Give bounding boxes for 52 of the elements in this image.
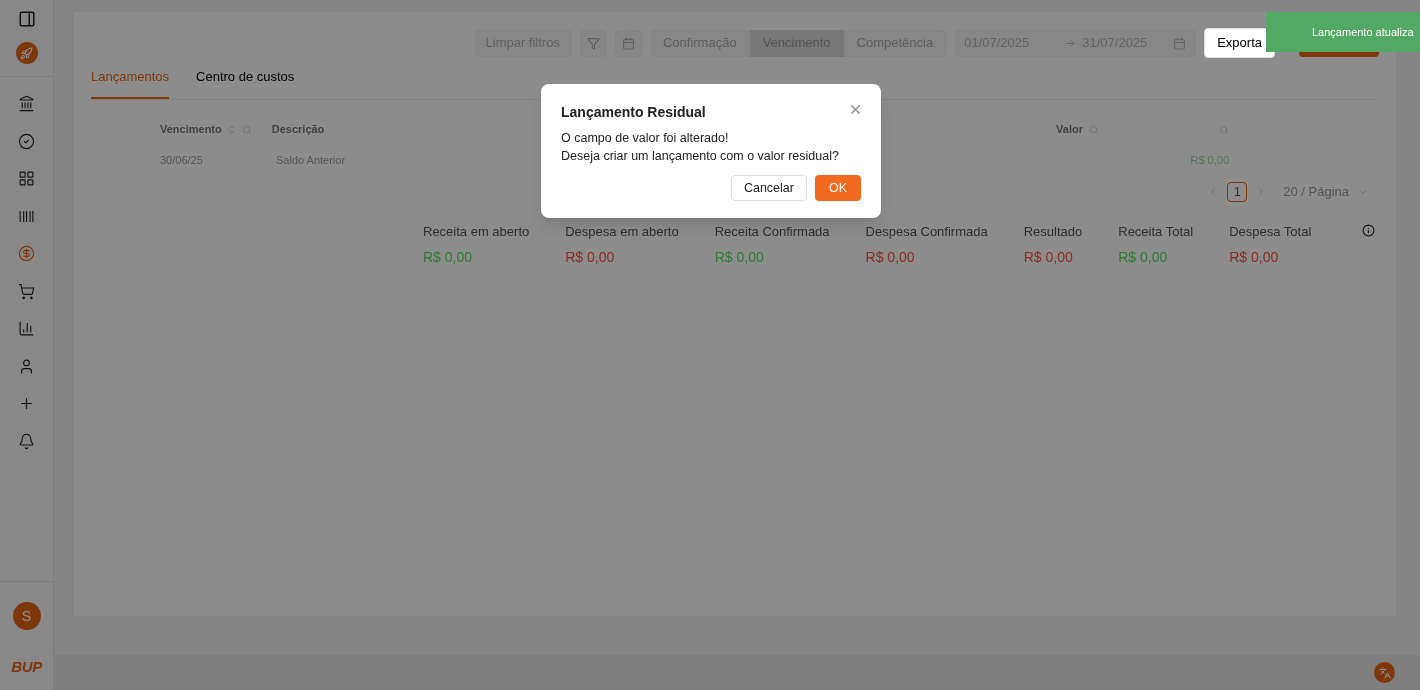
dollar-icon (18, 245, 35, 263)
language-icon[interactable] (1374, 662, 1395, 683)
bell-icon (18, 432, 35, 450)
summary-value: R$ 0,00 (1118, 248, 1169, 267)
logo-icon (15, 42, 38, 64)
summary-label: Despesa em aberto (565, 222, 679, 241)
column-header: Descrição (271, 122, 325, 138)
dialog-message: Deseja criar um lançamento com o valor residual? (561, 148, 840, 165)
filter-icon (586, 36, 600, 50)
summary-label: Receita Confirmada (714, 222, 830, 241)
summary-value: R$ 0,00 (714, 248, 765, 267)
summary-label: Receita Total (1118, 222, 1194, 241)
search-icon[interactable] (1219, 124, 1229, 135)
summary-label: Receita em aberto (423, 222, 530, 241)
close-icon[interactable] (848, 102, 863, 117)
check-circle-icon (18, 132, 35, 150)
calendar-icon (621, 36, 635, 50)
summary-label: Despesa Confirmada (865, 222, 988, 241)
column-header: Valor (1056, 122, 1083, 138)
calendar-button[interactable] (614, 29, 642, 57)
summary-value: R$ 0,00 (423, 248, 474, 267)
summary-value: R$ 0,00 (1229, 248, 1280, 267)
summary-value: R$ 0,00 (1023, 248, 1074, 267)
summary-value: R$ 0,00 (565, 248, 616, 267)
page-button[interactable]: 1 (1227, 181, 1248, 202)
table-cell-text: 30/06/25 (160, 153, 204, 169)
summary-label: Despesa Total (1229, 222, 1312, 241)
bank-icon (18, 95, 35, 113)
summary-label: Resultado (1023, 222, 1083, 241)
dialog-title: Lançamento Residual (561, 103, 706, 122)
user-icon (18, 357, 35, 375)
dialog-message: O campo de valor foi alterado! (561, 130, 730, 147)
calendar-icon (1173, 36, 1187, 50)
page-size-select[interactable]: 20 / Página (1283, 181, 1369, 202)
tab[interactable]: Lançamentos (91, 67, 170, 99)
user-avatar[interactable]: S (12, 601, 41, 630)
brand-logo: BUP (11, 656, 42, 677)
search-icon[interactable] (241, 124, 252, 135)
cart-icon (18, 282, 35, 300)
info-icon[interactable] (1362, 223, 1375, 237)
panel-toggle-icon[interactable] (17, 10, 36, 28)
ok-button[interactable]: OK (814, 175, 861, 201)
arrow-icon (1065, 37, 1077, 49)
toast: Lançamento atualiza (1266, 12, 1420, 52)
filter-button[interactable] (579, 29, 607, 57)
cancel-button[interactable]: Cancelar (730, 175, 807, 201)
grid-icon (18, 170, 35, 188)
bar-chart-icon (18, 320, 35, 338)
search-icon[interactable] (1089, 124, 1099, 135)
column-header: Vencimento (160, 122, 222, 138)
summary-value: R$ 0,00 (865, 248, 916, 267)
tab[interactable]: Centro de custos (196, 67, 295, 99)
